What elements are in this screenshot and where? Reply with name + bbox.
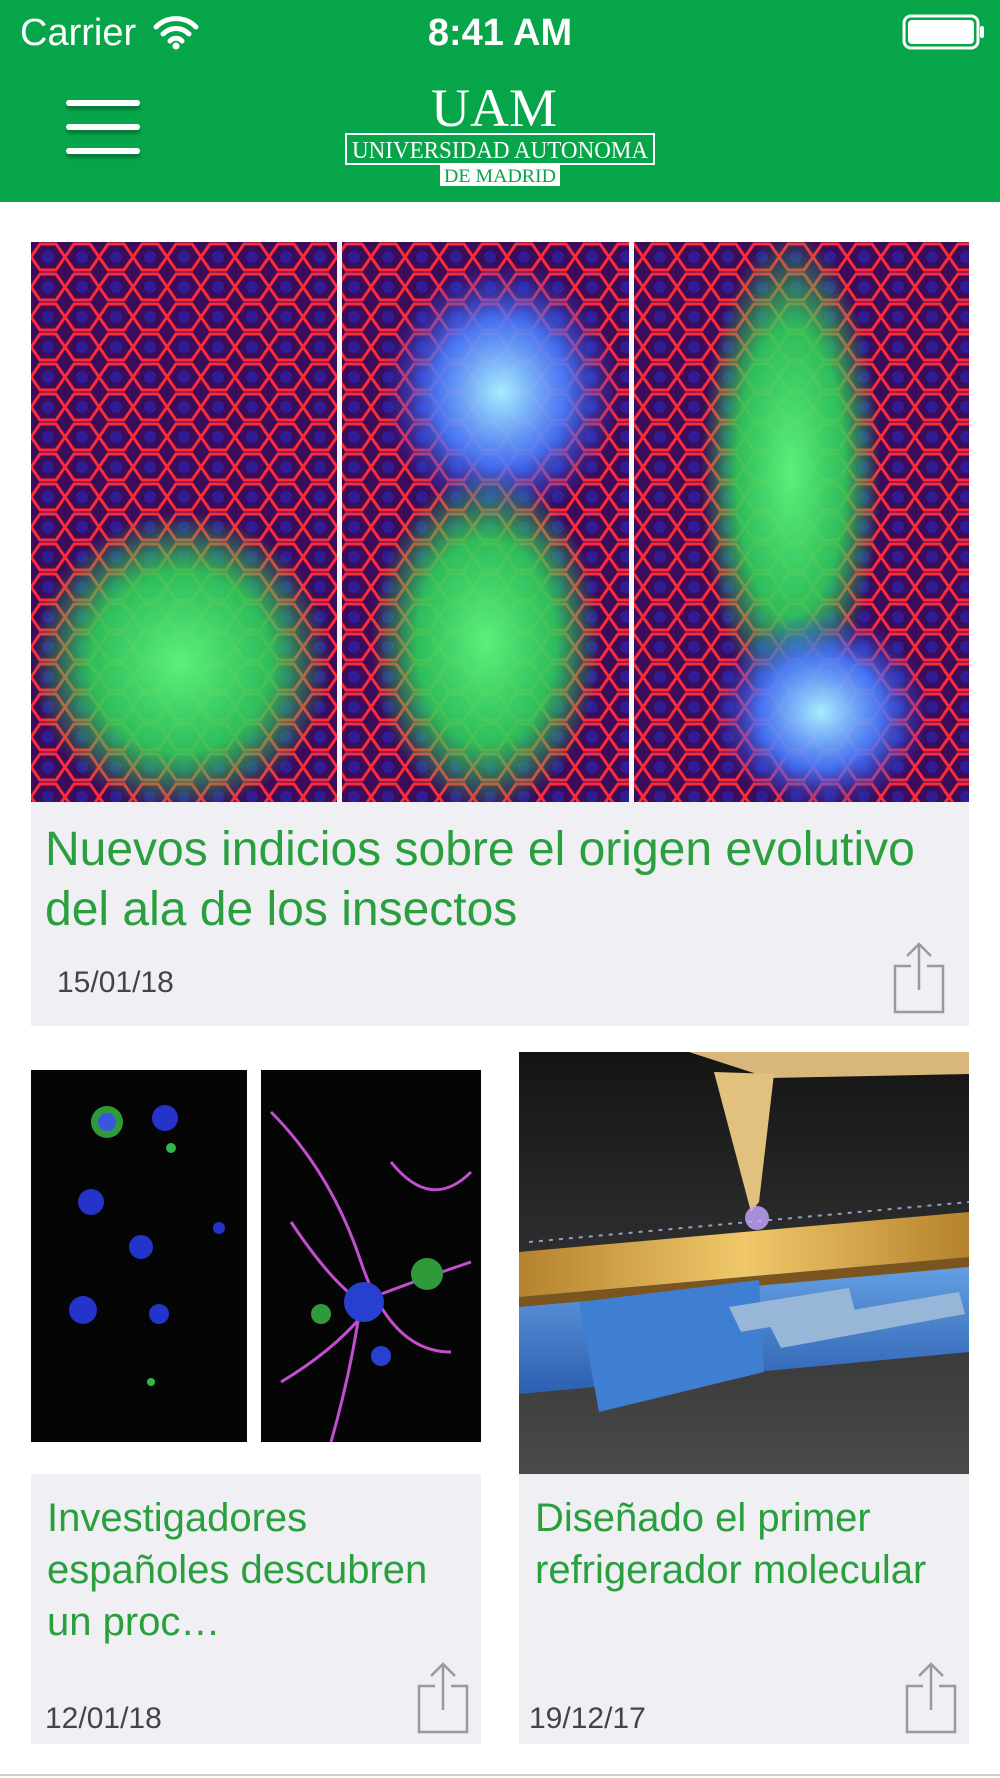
hamburger-menu-icon[interactable] [66,96,144,162]
uam-logo: UAM UNIVERSIDAD AUTONOMA DE MADRID [345,78,655,187]
news-card-featured[interactable]: Nuevos indicios sobre el origen evolutiv… [31,242,969,1026]
news-card[interactable]: Diseñado el primer refrigerador molecula… [519,1052,969,1744]
share-icon[interactable] [415,1660,471,1736]
news-title[interactable]: Nuevos indicios sobre el origen evolutiv… [45,820,969,940]
news-card[interactable]: Investigadores españoles descubren un pr… [31,1052,481,1744]
logo-city-line: DE MADRID [444,166,556,187]
news-image [31,1052,481,1474]
status-bar: Carrier 8:41 AM [0,0,1000,66]
news-title[interactable]: Investigadores españoles descubren un pr… [47,1492,467,1648]
logo-name-line: UNIVERSIDAD AUTONOMA [352,138,649,164]
news-date: 12/01/18 [45,1702,162,1735]
bottom-divider [0,1774,1000,1776]
share-icon[interactable] [891,940,947,1016]
news-date: 15/01/18 [57,966,174,999]
app-header: Carrier 8:41 AM UAM UNIVERSIDAD AUTONOMA… [0,0,1000,202]
news-image [31,242,969,802]
logo-letters: UAM [431,78,557,138]
news-image [519,1052,969,1474]
status-time: 8:41 AM [427,12,573,54]
news-title[interactable]: Diseñado el primer refrigerador molecula… [535,1492,955,1596]
share-icon[interactable] [903,1660,959,1736]
news-date: 19/12/17 [529,1702,646,1735]
battery-full-icon [902,14,984,50]
